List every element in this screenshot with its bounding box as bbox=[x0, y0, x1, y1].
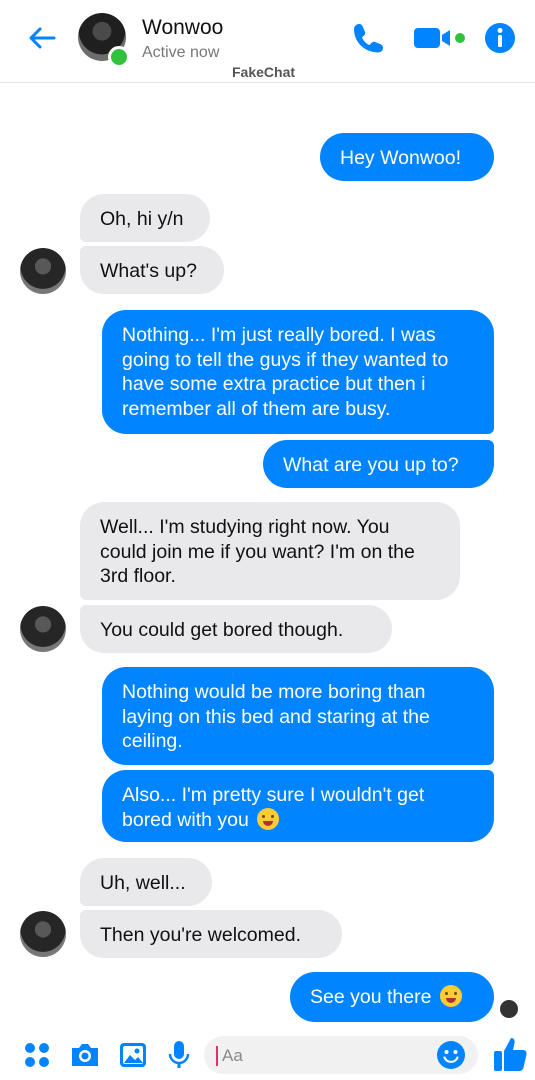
message-text: Hey Wonwoo! bbox=[340, 147, 462, 169]
info-icon[interactable] bbox=[484, 22, 516, 54]
message-text: See you there bbox=[310, 986, 432, 1008]
thumbs-up-icon[interactable] bbox=[492, 1034, 528, 1074]
outgoing-message[interactable]: Nothing would be more boring than laying… bbox=[102, 667, 494, 765]
message-input[interactable]: Aa bbox=[204, 1036, 478, 1074]
message-text: Oh, hi y/n bbox=[100, 208, 184, 230]
contact-avatar[interactable] bbox=[20, 911, 66, 957]
outgoing-message[interactable]: Also... I'm pretty sure I wouldn't get b… bbox=[102, 770, 494, 842]
message-text: What's up? bbox=[100, 260, 197, 282]
microphone-icon[interactable] bbox=[162, 1038, 196, 1072]
online-indicator bbox=[108, 46, 130, 68]
video-camera-icon[interactable] bbox=[414, 26, 468, 50]
incoming-message[interactable]: You could get bored though. bbox=[80, 605, 392, 653]
outgoing-message[interactable]: Nothing... I'm just really bored. I was … bbox=[102, 310, 494, 434]
camera-icon[interactable] bbox=[68, 1038, 102, 1072]
message-text: Nothing would be more boring than laying… bbox=[122, 681, 430, 752]
phone-icon[interactable] bbox=[350, 20, 386, 56]
message-text: Then you're welcomed. bbox=[100, 924, 301, 946]
message-input-placeholder: Aa bbox=[222, 1046, 243, 1065]
text-cursor bbox=[216, 1046, 218, 1066]
incoming-message[interactable]: Uh, well... bbox=[80, 858, 212, 906]
grimacing-emoji-icon bbox=[257, 807, 280, 830]
incoming-message[interactable]: Well... I'm studying right now. You coul… bbox=[80, 502, 460, 600]
incoming-message[interactable]: Oh, hi y/n bbox=[80, 194, 210, 242]
chat-header: Wonwoo Active now FakeChat bbox=[0, 0, 535, 83]
message-text: You could get bored though. bbox=[100, 619, 344, 641]
winking-tongue-emoji-icon bbox=[439, 985, 462, 1007]
message-text: Well... I'm studying right now. You coul… bbox=[100, 516, 415, 587]
outgoing-message[interactable]: See you there bbox=[290, 972, 494, 1022]
contact-status: Active now bbox=[142, 44, 220, 61]
app-watermark: FakeChat bbox=[232, 64, 296, 80]
message-text: What are you up to? bbox=[283, 454, 459, 476]
contact-avatar[interactable] bbox=[20, 248, 66, 294]
message-text: Nothing... I'm just really bored. I was … bbox=[122, 324, 449, 420]
menu-dots-icon[interactable] bbox=[20, 1038, 54, 1072]
incoming-message[interactable]: What's up? bbox=[80, 246, 224, 294]
incoming-message[interactable]: Then you're welcomed. bbox=[80, 910, 342, 958]
contact-name[interactable]: Wonwoo bbox=[142, 16, 223, 40]
composer-bar: Aa bbox=[0, 1030, 535, 1080]
back-arrow-icon[interactable] bbox=[26, 22, 58, 54]
outgoing-message[interactable]: What are you up to? bbox=[263, 440, 494, 488]
read-receipt-avatar bbox=[500, 1000, 518, 1018]
image-icon[interactable] bbox=[116, 1038, 150, 1072]
outgoing-message[interactable]: Hey Wonwoo! bbox=[320, 133, 494, 181]
emoji-icon[interactable] bbox=[436, 1040, 466, 1070]
contact-avatar[interactable] bbox=[20, 606, 66, 652]
message-text: Uh, well... bbox=[100, 872, 186, 894]
